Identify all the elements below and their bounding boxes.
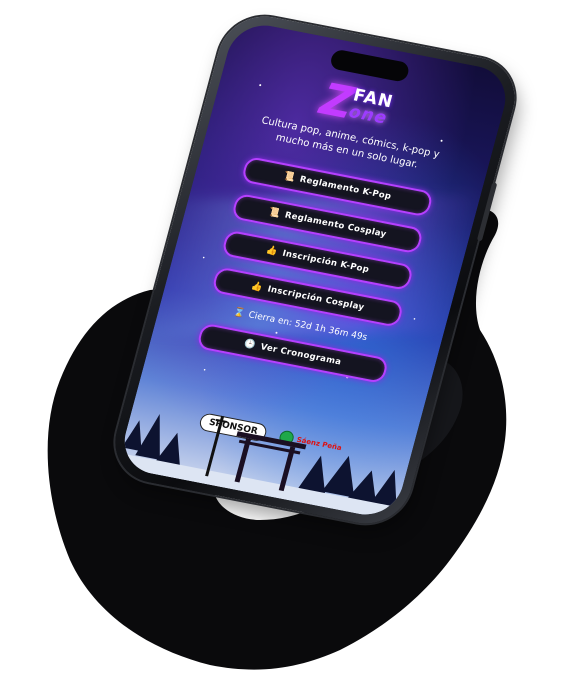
clock-icon: 🕒 <box>243 339 257 351</box>
hourglass-icon: ⌛ <box>232 307 246 320</box>
product-scene: Z FAN one Cultura pop, anime, cómics, k-… <box>0 0 578 675</box>
button-label: Reglamento K-Pop <box>298 174 393 203</box>
button-label: Ver Cronograma <box>259 342 343 368</box>
thumbs-up-icon: 👍 <box>250 281 265 294</box>
scroll-icon: 📜 <box>267 207 282 220</box>
button-label: Reglamento Cosplay <box>283 210 388 240</box>
scroll-icon: 📜 <box>282 171 297 184</box>
thumbs-up-icon: 👍 <box>265 245 279 258</box>
button-label: Inscripción Cosplay <box>266 284 366 313</box>
lamp-post-icon <box>205 415 228 477</box>
button-label: Inscripción K-Pop <box>281 248 371 276</box>
